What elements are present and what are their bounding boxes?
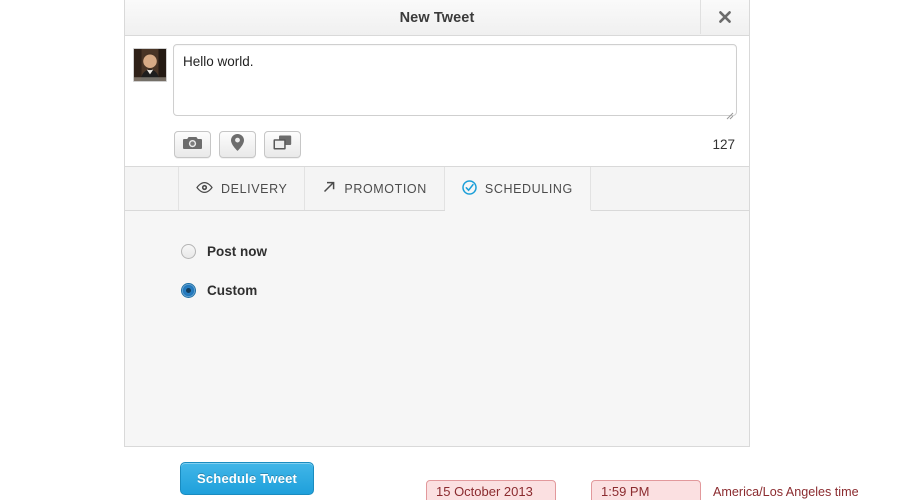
custom-label: Custom <box>207 283 258 298</box>
eye-icon <box>196 181 213 196</box>
tab-promotion[interactable]: PROMOTION <box>305 167 445 210</box>
tab-scheduling[interactable]: SCHEDULING <box>444 167 591 211</box>
compose-area: 127 <box>124 36 750 166</box>
close-icon <box>717 9 733 25</box>
avatar <box>133 48 167 82</box>
scheduling-notes: America/Los Angeles time Current time: 2… <box>713 483 873 500</box>
modal-footer: Schedule Tweet <box>180 462 315 495</box>
tab-delivery-label: DELIVERY <box>221 181 288 196</box>
clock-check-icon <box>462 179 477 198</box>
character-counter: 127 <box>712 137 735 152</box>
camera-icon <box>183 135 202 155</box>
post-now-radio[interactable] <box>181 244 196 259</box>
tab-scheduling-label: SCHEDULING <box>484 181 573 196</box>
close-button[interactable] <box>700 0 749 34</box>
add-card-button[interactable] <box>264 131 301 158</box>
tweet-text-input[interactable] <box>173 44 737 116</box>
time-input[interactable]: 1:59 PM <box>591 480 701 500</box>
custom-option[interactable]: Custom <box>181 283 257 298</box>
new-tweet-modal: New Tweet Hello world. 127 DELIVERY PROM… <box>124 0 859 500</box>
compose-toolbar: 127 <box>174 131 737 158</box>
post-now-option[interactable]: Post now <box>181 244 267 259</box>
post-now-label: Post now <box>207 244 267 259</box>
scheduling-panel: Post now Custom 15 October 2013 1:59 PM … <box>124 211 859 500</box>
timezone-note: America/Los Angeles time <box>713 485 859 499</box>
timezone-note-block: America/Los Angeles time Current time: 2… <box>713 483 873 500</box>
tweet-textarea-wrapper <box>173 44 737 121</box>
tab-bar-left-spacer <box>125 167 179 210</box>
add-location-button[interactable] <box>219 131 256 158</box>
custom-radio[interactable] <box>181 283 196 298</box>
modal-titlebar: New Tweet <box>124 0 750 36</box>
tab-bar: DELIVERY PROMOTION SCHEDULING <box>124 166 750 211</box>
cards-icon <box>273 135 292 155</box>
location-pin-icon <box>231 133 244 156</box>
tab-bar-right-spacer <box>591 167 749 210</box>
arrow-up-right-icon <box>322 180 336 197</box>
screen-root: New Tweet Hello world. 127 DELIVERY PROM… <box>0 0 900 500</box>
add-photo-button[interactable] <box>174 131 211 158</box>
tab-delivery[interactable]: DELIVERY <box>179 167 306 210</box>
date-input[interactable]: 15 October 2013 <box>426 480 556 500</box>
tab-promotion-label: PROMOTION <box>344 181 427 196</box>
schedule-tweet-button[interactable]: Schedule Tweet <box>180 462 315 495</box>
page-title: New Tweet <box>399 9 475 26</box>
